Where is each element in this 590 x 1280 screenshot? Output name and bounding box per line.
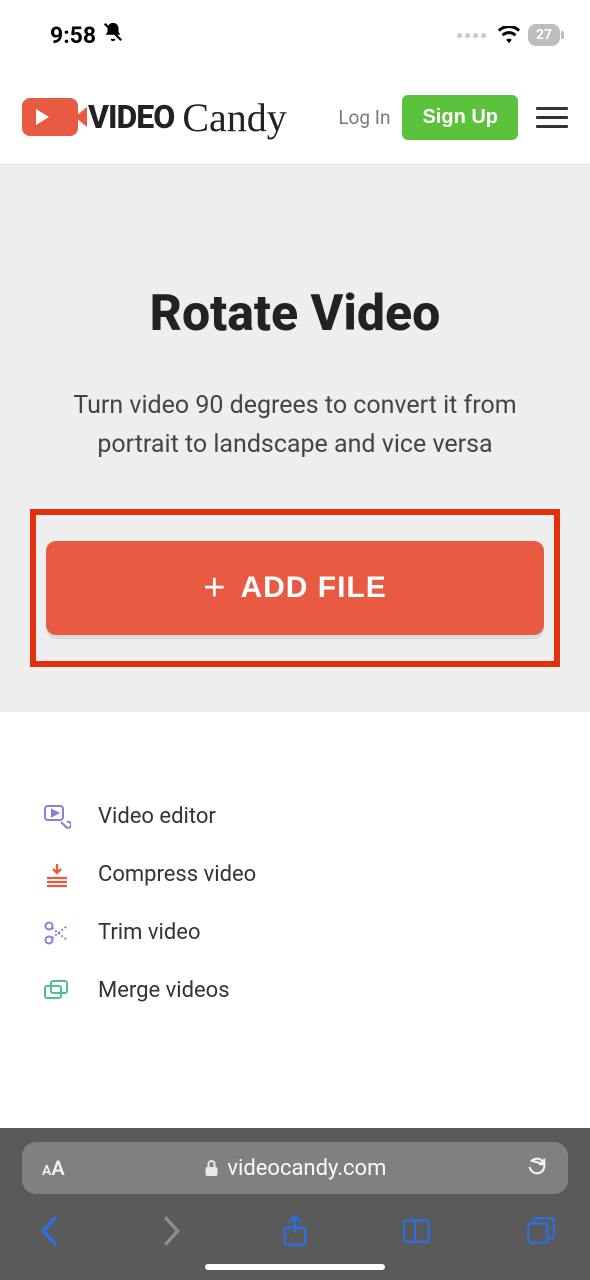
menu-icon[interactable] [536, 107, 568, 128]
tool-trim-video[interactable]: Trim video [42, 904, 548, 962]
text-size-button[interactable]: AA [42, 1156, 65, 1180]
tool-label: Merge videos [98, 978, 230, 1003]
tool-list: Video editor Compress video Trim video M… [0, 712, 590, 1020]
bell-muted-icon [102, 21, 124, 49]
add-file-label: ADD FILE [240, 571, 386, 605]
tool-merge-videos[interactable]: Merge videos [42, 962, 548, 1020]
logo-mark-icon [22, 98, 78, 136]
compress-icon [42, 862, 72, 888]
scissors-icon [42, 920, 72, 946]
share-button[interactable] [278, 1214, 312, 1248]
battery-level: 27 [528, 24, 560, 46]
forward-button[interactable] [155, 1214, 189, 1248]
tabs-button[interactable] [524, 1214, 558, 1248]
tool-label: Compress video [98, 862, 256, 887]
status-bar: 9:58 27 [0, 0, 590, 70]
hero-section: Rotate Video Turn video 90 degrees to co… [0, 165, 590, 712]
login-link[interactable]: Log In [338, 106, 390, 129]
lock-icon [204, 1159, 219, 1177]
merge-icon [42, 978, 72, 1004]
video-editor-icon [42, 804, 72, 830]
tool-label: Video editor [98, 804, 216, 829]
wifi-icon [498, 26, 520, 44]
url-text: videocandy.com [77, 1156, 514, 1181]
logo-text-candy: Candy [182, 94, 286, 141]
signup-button[interactable]: Sign Up [402, 95, 518, 140]
logo[interactable]: VIDEO Candy [22, 94, 287, 141]
signal-dots-icon [457, 33, 486, 38]
bookmarks-button[interactable] [401, 1214, 435, 1248]
time-text: 9:58 [50, 22, 96, 49]
tool-video-editor[interactable]: Video editor [42, 788, 548, 846]
page-subtitle: Turn video 90 degrees to convert it from… [30, 387, 560, 465]
browser-toolbar [0, 1194, 590, 1260]
status-time: 9:58 [50, 21, 124, 49]
refresh-button[interactable] [526, 1155, 548, 1181]
logo-text-video: VIDEO [88, 98, 174, 136]
tool-compress-video[interactable]: Compress video [42, 846, 548, 904]
home-indicator[interactable] [205, 1264, 385, 1270]
plus-icon: + [203, 569, 226, 607]
tool-label: Trim video [98, 920, 201, 945]
app-header: VIDEO Candy Log In Sign Up [0, 70, 590, 165]
back-button[interactable] [32, 1214, 66, 1248]
url-bar[interactable]: AA videocandy.com [22, 1142, 568, 1194]
highlight-box: + ADD FILE [30, 509, 560, 667]
browser-chrome: AA videocandy.com [0, 1128, 590, 1280]
status-right: 27 [457, 24, 560, 46]
page-title: Rotate Video [30, 285, 560, 343]
add-file-button[interactable]: + ADD FILE [46, 541, 544, 635]
